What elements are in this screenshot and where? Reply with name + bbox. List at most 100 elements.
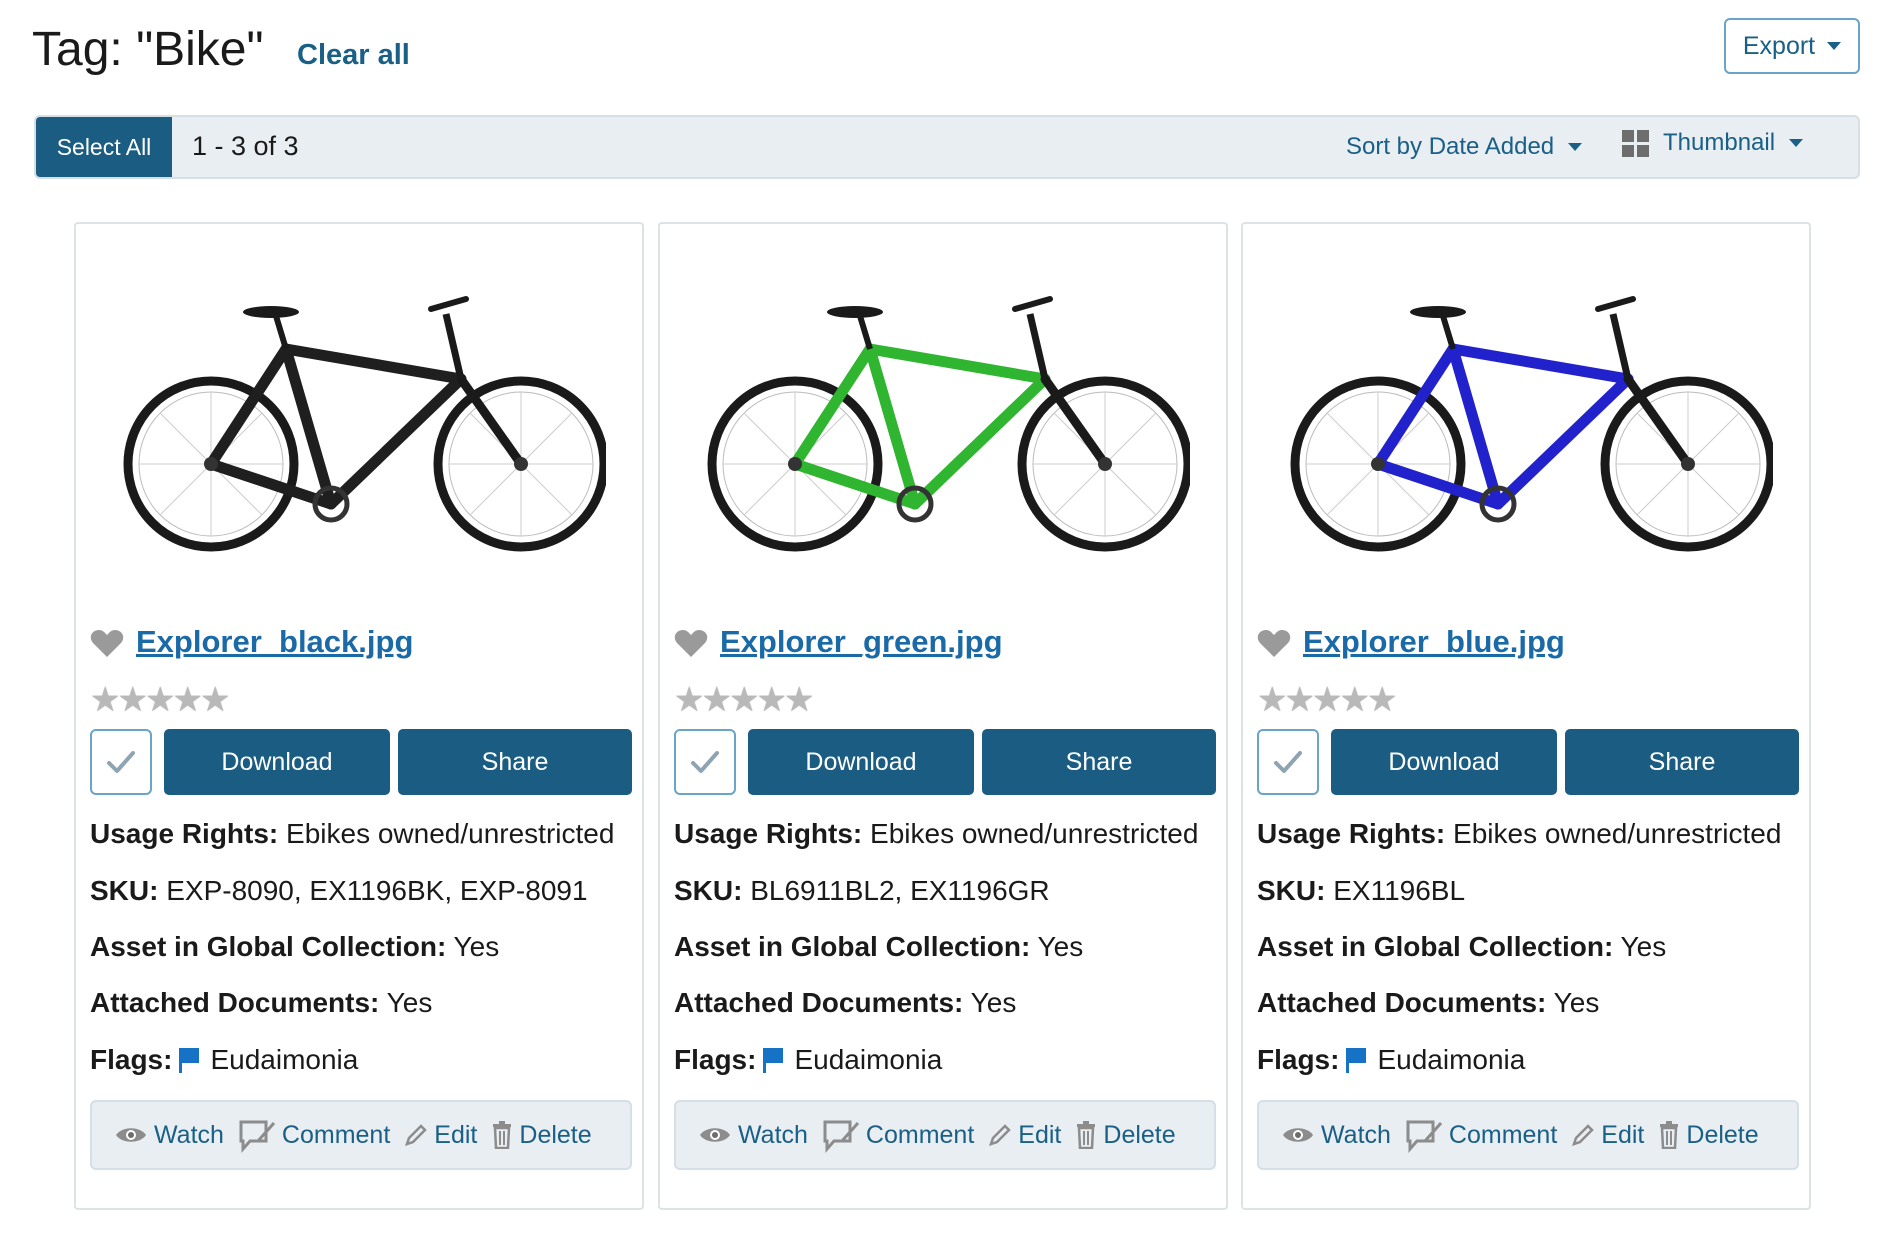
star-icon[interactable]: ★ [172,683,203,717]
sku-label: SKU: [674,875,743,906]
edit-action[interactable]: Edit [988,1121,1061,1150]
star-icon[interactable]: ★ [784,683,815,717]
export-button[interactable]: Export [1724,18,1860,74]
flags-value: Eudaimonia [210,1044,359,1075]
download-button[interactable]: Download [1331,729,1557,795]
heart-icon[interactable] [90,629,124,659]
usage-rights-value: Ebikes owned/unrestricted [1453,818,1782,849]
asset-card: Explorer_green.jpg ★ ★ ★ ★ ★ Download Sh… [658,222,1228,1210]
delete-action[interactable]: Delete [1075,1121,1176,1150]
rating-stars[interactable]: ★ ★ ★ ★ ★ [90,683,231,717]
pencil-icon [405,1124,428,1146]
star-icon[interactable]: ★ [701,683,732,717]
rating-stars[interactable]: ★ ★ ★ ★ ★ [674,683,815,717]
delete-action[interactable]: Delete [1658,1121,1759,1150]
bike-thumbnail[interactable] [1283,274,1773,574]
flag-icon [1346,1047,1367,1073]
star-icon[interactable]: ★ [200,683,231,717]
star-icon[interactable]: ★ [117,683,148,717]
attached-documents-label: Attached Documents: [90,987,380,1018]
star-icon[interactable]: ★ [1339,683,1370,717]
usage-rights-label: Usage Rights: [90,818,279,849]
heart-icon[interactable] [674,629,708,659]
global-collection: Asset in Global Collection: Yes [1257,930,1666,964]
bike-thumbnail[interactable] [700,274,1190,574]
flags: Flags: Eudaimonia [674,1043,942,1077]
flags-label: Flags: [1257,1044,1340,1075]
star-icon[interactable]: ★ [1367,683,1398,717]
watch-action[interactable]: Watch [114,1121,224,1150]
watch-action[interactable]: Watch [1281,1121,1391,1150]
eye-icon [116,1128,146,1142]
eye-icon [700,1128,730,1142]
grid-icon [1622,129,1649,157]
view-label: Thumbnail [1663,129,1776,156]
rating-stars[interactable]: ★ ★ ★ ★ ★ [1257,683,1398,717]
watch-action[interactable]: Watch [698,1121,808,1150]
comment-action[interactable]: Comment [822,1117,974,1153]
results-count: 1 - 3 of 3 [192,131,299,161]
global-collection: Asset in Global Collection: Yes [90,930,499,964]
edit-action[interactable]: Edit [404,1121,477,1150]
global-collection-value: Yes [1620,931,1667,962]
results-toolbar: Select All 1 - 3 of 3 Sort by Date Added… [34,115,1860,179]
star-icon[interactable]: ★ [756,683,787,717]
sort-label: Sort by Date Added [1346,133,1555,160]
comment-action[interactable]: Comment [238,1117,390,1153]
view-dropdown[interactable]: Thumbnail [1622,129,1804,157]
comment-action[interactable]: Comment [1405,1117,1557,1153]
delete-action[interactable]: Delete [491,1121,592,1150]
chevron-down-icon [1827,42,1842,50]
attached-documents-value: Yes [970,987,1017,1018]
share-button[interactable]: Share [398,729,632,795]
comment-icon [239,1120,276,1153]
flags-label: Flags: [90,1044,173,1075]
asset-filename-link[interactable]: Explorer_green.jpg [720,624,1003,660]
select-checkbox[interactable] [90,729,152,795]
usage-rights-value: Ebikes owned/unrestricted [870,818,1199,849]
download-button[interactable]: Download [748,729,974,795]
sort-dropdown[interactable]: Sort by Date Added [1346,133,1583,161]
star-icon[interactable]: ★ [90,683,121,717]
card-actions: Watch Comment Edit Delete [674,1100,1216,1170]
trash-icon [1077,1121,1096,1149]
select-checkbox[interactable] [674,729,736,795]
star-icon[interactable]: ★ [729,683,760,717]
bike-thumbnail[interactable] [116,274,606,574]
star-icon[interactable]: ★ [145,683,176,717]
asset-filename-link[interactable]: Explorer_blue.jpg [1303,624,1565,660]
usage-rights-label: Usage Rights: [1257,818,1446,849]
star-icon[interactable]: ★ [1257,683,1288,717]
watch-label: Watch [1321,1120,1391,1149]
sku-value: EX1196BL [1333,875,1466,906]
select-checkbox[interactable] [1257,729,1319,795]
select-all-button[interactable]: Select All [36,117,172,177]
sku-label: SKU: [90,875,159,906]
star-icon[interactable]: ★ [1284,683,1315,717]
sku-value: BL6911BL2, EX1196GR [750,875,1050,906]
comment-icon [1406,1120,1443,1153]
share-button[interactable]: Share [982,729,1216,795]
comment-icon [823,1120,860,1153]
edit-label: Edit [434,1120,478,1149]
sku-label: SKU: [1257,875,1326,906]
attached-documents: Attached Documents: Yes [1257,986,1599,1020]
global-collection: Asset in Global Collection: Yes [674,930,1083,964]
sku: SKU: EX1196BL [1257,874,1465,908]
comment-label: Comment [865,1120,975,1149]
usage-rights-value: Ebikes owned/unrestricted [286,818,615,849]
star-icon[interactable]: ★ [674,683,705,717]
eye-icon [1283,1128,1313,1142]
download-button[interactable]: Download [164,729,390,795]
global-collection-value: Yes [453,931,500,962]
share-button[interactable]: Share [1565,729,1799,795]
flag-icon [179,1047,200,1073]
star-icon[interactable]: ★ [1312,683,1343,717]
edit-action[interactable]: Edit [1571,1121,1644,1150]
clear-all-link[interactable]: Clear all [297,37,410,73]
global-collection-value: Yes [1037,931,1084,962]
heart-icon[interactable] [1257,629,1291,659]
flags-value: Eudaimonia [1377,1044,1526,1075]
sku: SKU: BL6911BL2, EX1196GR [674,874,1050,908]
asset-filename-link[interactable]: Explorer_black.jpg [136,624,413,660]
